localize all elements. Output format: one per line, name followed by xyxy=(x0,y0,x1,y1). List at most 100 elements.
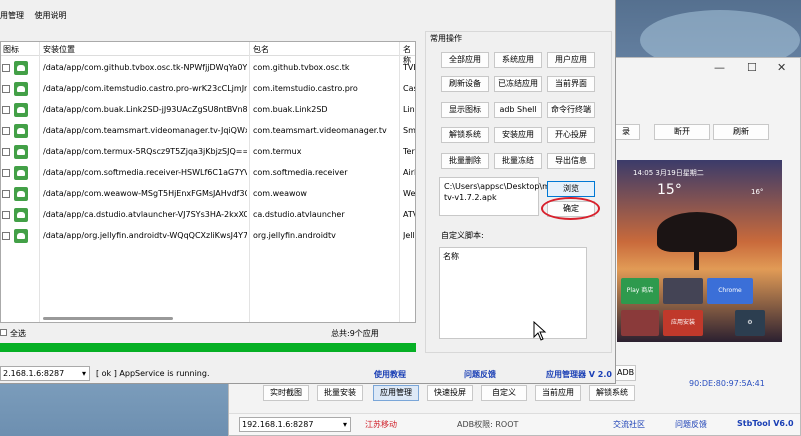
mac-address: 90:DE:80:97:5A:41 xyxy=(689,379,765,388)
row-package: ca.dstudio.atvlauncher xyxy=(253,210,345,219)
browse-button[interactable]: 浏览 xyxy=(547,181,595,197)
adb-shell-button[interactable]: adb Shell xyxy=(494,102,542,118)
android-icon xyxy=(14,103,28,117)
row-checkbox[interactable] xyxy=(2,127,10,135)
community-link[interactable]: 交流社区 xyxy=(613,419,645,430)
col-package[interactable]: 包名 xyxy=(253,44,269,55)
tile-blank xyxy=(663,278,703,304)
table-row[interactable]: /data/app/com.teamsmart.videomanager.tv-… xyxy=(1,121,415,142)
toolbar-app-manager[interactable]: 应用管理 xyxy=(373,385,419,401)
stbtool-statusbar: 192.168.1.6:8287 ▾ 江苏移动 ADB权限: ROOT 交流社区 … xyxy=(229,413,800,435)
play-store-tile: Play 商店 xyxy=(621,278,659,304)
unlock-system-button[interactable]: 解锁系统 xyxy=(441,127,489,143)
row-name: Jelly xyxy=(403,231,415,240)
col-install-path[interactable]: 安装位置 xyxy=(43,44,75,55)
table-row[interactable]: /data/app/com.termux-5RQscz9T5Zjqa3jKbjz… xyxy=(1,142,415,163)
android-icon xyxy=(14,145,28,159)
batch-delete-button[interactable]: 批量删除 xyxy=(441,153,489,169)
row-path: /data/app/com.buak.Link2SD-jJ93UAcZgSU8n… xyxy=(43,105,247,114)
row-name: Sma xyxy=(403,126,416,135)
row-name: AirF xyxy=(403,168,415,177)
version-label: 应用管理器 V 2.0 xyxy=(546,370,612,379)
batch-freeze-button[interactable]: 批量冻结 xyxy=(494,153,542,169)
row-name: Link xyxy=(403,105,415,114)
back-feedback-link[interactable]: 问题反馈 xyxy=(675,419,707,430)
row-checkbox[interactable] xyxy=(2,64,10,72)
table-row[interactable]: /data/app/com.itemstudio.castro.pro-wrK2… xyxy=(1,79,415,100)
row-checkbox[interactable] xyxy=(2,169,10,177)
refresh-button[interactable]: 刷新 xyxy=(713,124,769,140)
menu-help[interactable]: 使用说明 xyxy=(35,11,67,20)
maximize-icon[interactable]: ☐ xyxy=(747,61,757,74)
show-icons-button[interactable]: 显示图标 xyxy=(441,102,489,118)
happy-cast-button[interactable]: 开心投屏 xyxy=(547,127,595,143)
android-icon xyxy=(14,61,28,75)
col-icon[interactable]: 图标 xyxy=(3,44,19,55)
row-package: org.jellyfin.androidtv xyxy=(253,231,336,240)
table-row[interactable]: /data/app/com.github.tvbox.osc.tk-NPWfjj… xyxy=(1,58,415,79)
mouse-cursor-icon xyxy=(533,321,547,341)
chrome-tile: Chrome xyxy=(707,278,753,304)
export-info-button[interactable]: 导出信息 xyxy=(547,153,595,169)
row-package: com.teamsmart.videomanager.tv xyxy=(253,126,387,135)
toolbar-current-app[interactable]: 当前应用 xyxy=(535,385,581,401)
toolbar-custom[interactable]: 自定义 xyxy=(481,385,527,401)
tutorial-link[interactable]: 使用教程 xyxy=(374,369,406,380)
horizontal-scrollbar[interactable] xyxy=(43,317,173,320)
ip-select[interactable]: 2.168.1.6:8287 ▾ xyxy=(0,366,90,381)
row-checkbox[interactable] xyxy=(2,85,10,93)
install-app-button[interactable]: 安装应用 xyxy=(494,127,542,143)
toolbar-quick-cast[interactable]: 快速投屏 xyxy=(427,385,473,401)
custom-script-list[interactable]: 名称 xyxy=(439,247,587,339)
close-icon[interactable]: ✕ xyxy=(777,61,786,74)
all-apps-button[interactable]: 全部应用 xyxy=(441,52,489,68)
record-button[interactable]: 录 xyxy=(612,124,640,140)
select-all-label: 全选 xyxy=(10,329,26,338)
table-header: 图标 安装位置 包名 名称 xyxy=(1,42,415,65)
row-checkbox[interactable] xyxy=(2,106,10,114)
row-name: Ter xyxy=(403,147,415,156)
system-apps-button[interactable]: 系统应用 xyxy=(494,52,542,68)
row-path: /data/app/com.teamsmart.videomanager.tv-… xyxy=(43,126,247,135)
table-row[interactable]: /data/app/org.jellyfin.androidtv-WQqQCXz… xyxy=(1,226,415,247)
refresh-device-button[interactable]: 刷新设备 xyxy=(441,76,489,92)
android-icon xyxy=(14,208,28,222)
table-row[interactable]: /data/app/com.softmedia.receiver-HSWLf6C… xyxy=(1,163,415,184)
toolbar-unlock-system[interactable]: 解锁系统 xyxy=(589,385,635,401)
row-name: Wea xyxy=(403,189,416,198)
toolbar-batch-install[interactable]: 批量安装 xyxy=(317,385,363,401)
row-name: TVB xyxy=(403,63,415,72)
row-checkbox[interactable] xyxy=(2,148,10,156)
select-all-checkbox[interactable] xyxy=(0,329,7,336)
annotation-circle xyxy=(541,197,600,220)
menu-app-manage[interactable]: 用管理 xyxy=(0,11,24,20)
row-path: /data/app/org.jellyfin.androidtv-WQqQCXz… xyxy=(43,231,247,240)
device-ip-select[interactable]: 192.168.1.6:8287 ▾ xyxy=(239,417,351,432)
toolbar-screenshot[interactable]: 实时截图 xyxy=(263,385,309,401)
user-apps-button[interactable]: 用户应用 xyxy=(547,52,595,68)
row-checkbox[interactable] xyxy=(2,211,10,219)
table-row[interactable]: /data/app/com.weawow-MSgT5HjEnxFGMsJAHvd… xyxy=(1,184,415,205)
disconnect-button[interactable]: 断开 xyxy=(654,124,710,140)
menu-bar: 用管理 使用说明 xyxy=(0,10,75,24)
tile-red xyxy=(621,310,659,336)
current-screen-button[interactable]: 当前界面 xyxy=(547,76,595,92)
script-header: 名称 xyxy=(443,252,459,261)
apk-path-field[interactable]: C:\Users\appsc\Desktop\my-tv-v1.7.2.apk xyxy=(439,177,557,216)
row-checkbox[interactable] xyxy=(2,232,10,240)
terminal-button[interactable]: 命令行终端 xyxy=(547,102,595,118)
table-row[interactable]: /data/app/com.buak.Link2SD-jJ93UAcZgSU8n… xyxy=(1,100,415,121)
status-message: [ ok ] AppService is running. xyxy=(96,369,210,378)
preview-temperature: 15° xyxy=(657,182,682,198)
group-title: 常用操作 xyxy=(430,34,462,43)
preview-datetime: 14:05 3月19日星期二 xyxy=(633,169,704,177)
row-checkbox[interactable] xyxy=(2,190,10,198)
row-name: Cast xyxy=(403,84,415,93)
row-package: com.buak.Link2SD xyxy=(253,105,328,114)
table-row[interactable]: /data/app/ca.dstudio.atvlauncher-VJ7SYs3… xyxy=(1,205,415,226)
row-path: /data/app/com.termux-5RQscz9T5Zjqa3jKbjz… xyxy=(43,147,247,156)
feedback-link[interactable]: 问题反馈 xyxy=(464,369,496,380)
frozen-apps-button[interactable]: 已冻结应用 xyxy=(494,76,542,92)
minimize-icon[interactable]: — xyxy=(714,61,725,74)
isp-label: 江苏移动 xyxy=(365,420,397,429)
